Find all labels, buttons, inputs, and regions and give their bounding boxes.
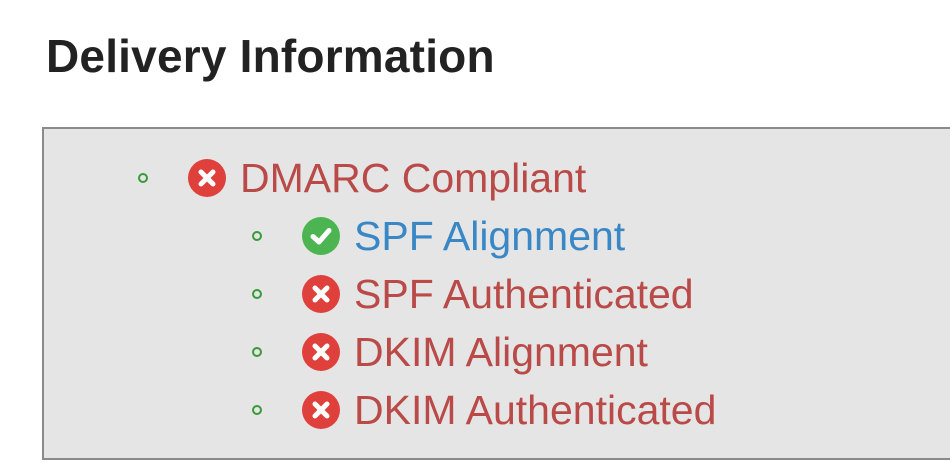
- list-item-spf-alignment: SPF Alignment: [252, 211, 625, 261]
- bullet-icon: [252, 347, 262, 357]
- list-item-dmarc-compliant: DMARC Compliant: [138, 153, 586, 203]
- dkim-alignment-label: DKIM Alignment: [354, 329, 648, 375]
- spf-alignment-label: SPF Alignment: [354, 213, 626, 259]
- dmarc-compliant-label: DMARC Compliant: [240, 155, 587, 201]
- x-circle-icon: [302, 391, 340, 429]
- bullet-icon: [138, 173, 148, 183]
- check-circle-icon: [302, 217, 340, 255]
- page-title: Delivery Information: [46, 30, 495, 82]
- spf-authenticated-label: SPF Authenticated: [354, 271, 694, 317]
- delivery-checks-panel: DMARC Compliant SPF Alignment SPF Authen…: [42, 127, 950, 460]
- delivery-information-page: Delivery Information DMARC Compliant SPF…: [0, 0, 950, 462]
- bullet-icon: [252, 289, 262, 299]
- bullet-icon: [252, 231, 262, 241]
- x-circle-icon: [188, 159, 226, 197]
- list-item-dkim-authenticated: DKIM Authenticated: [252, 385, 716, 435]
- list-item-spf-authenticated: SPF Authenticated: [252, 269, 694, 319]
- dkim-authenticated-label: DKIM Authenticated: [354, 387, 717, 433]
- bullet-icon: [252, 405, 262, 415]
- x-circle-icon: [302, 275, 340, 313]
- x-circle-icon: [302, 333, 340, 371]
- list-item-dkim-alignment: DKIM Alignment: [252, 327, 648, 377]
